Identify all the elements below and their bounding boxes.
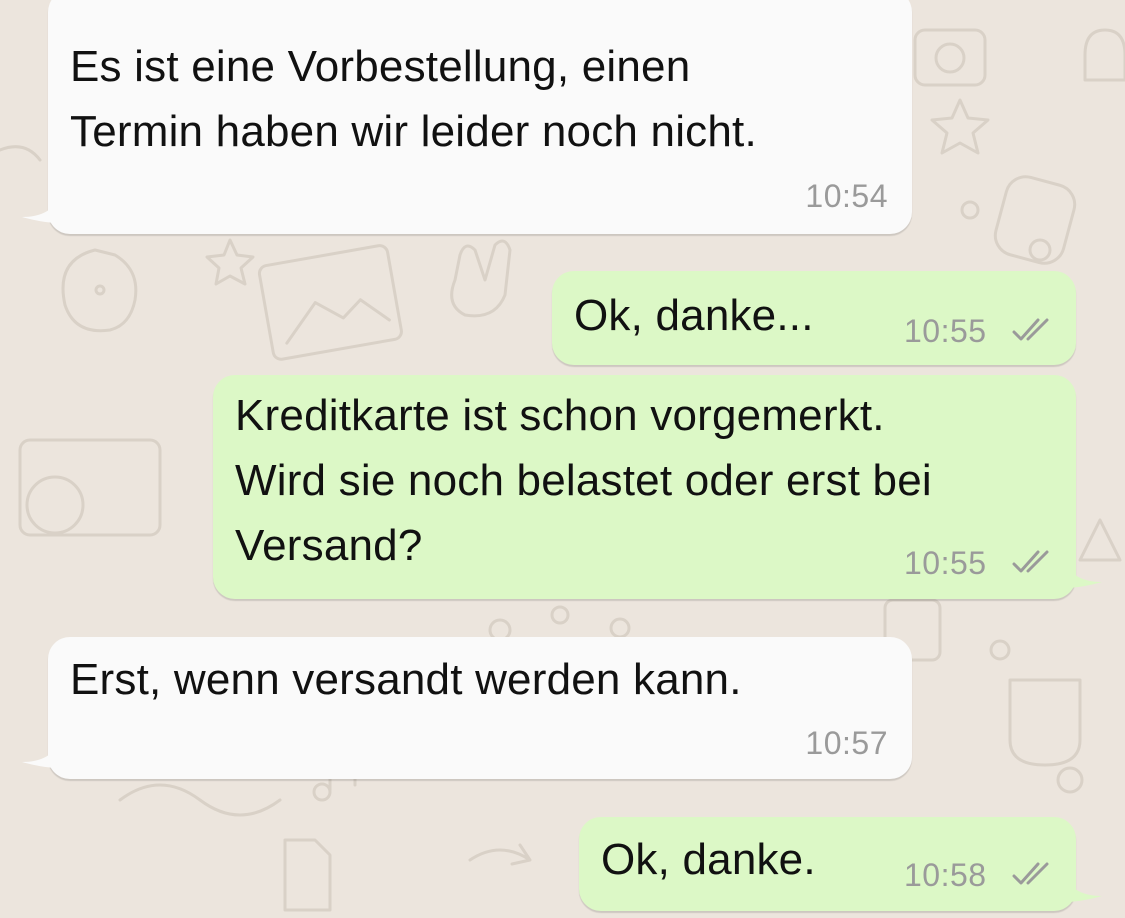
message-timestamp: 10:57 [805,725,888,761]
message-timestamp: 10:55 [904,313,987,349]
message-bubble-outgoing[interactable]: Ok, danke... 10:55 [552,271,1076,365]
bubble-tail [22,738,58,768]
message-timestamp: 10:55 [904,545,987,581]
double-check-icon [1012,318,1049,341]
message-text: Es ist eine Vorbestellung, einen Termin … [70,42,757,156]
message-bubble-incoming[interactable]: Erst, wenn versandt werden kann. 10:57 [48,637,912,779]
bubble-tail [1066,558,1102,588]
message-bubble-outgoing[interactable]: Kreditkarte ist schon vorgemerkt. Wird s… [213,375,1076,599]
bubble-tail [1066,872,1102,902]
message-bubble-incoming[interactable]: Es ist eine Vorbestellung, einen Termin … [48,0,912,234]
message-text: Erst, wenn versandt werden kann. [70,655,742,704]
double-check-icon [1012,862,1049,885]
message-timestamp: 10:54 [805,178,888,214]
message-timestamp: 10:58 [904,857,987,893]
message-text: Kreditkarte ist schon vorgemerkt. Wird s… [235,391,932,570]
message-bubble-outgoing[interactable]: Ok, danke. 10:58 [579,817,1076,911]
double-check-icon [1012,550,1049,573]
bubble-tail [22,193,58,223]
message-text: Ok, danke... [574,291,814,340]
message-text: Ok, danke. [601,835,816,884]
